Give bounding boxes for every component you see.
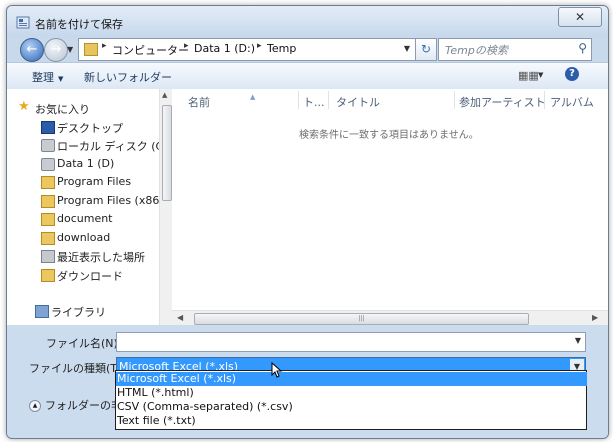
breadcrumb-separator[interactable]: ▸ <box>102 41 107 51</box>
sidebar-item-label: ライブラリ <box>51 306 106 319</box>
forward-arrow-icon: → <box>50 42 62 57</box>
view-options-icon[interactable]: ▦▦ <box>518 69 539 82</box>
sidebar-item-label: download <box>57 231 111 244</box>
disk-icon <box>41 139 55 152</box>
filetype-option-csv[interactable]: CSV (Comma-separated) (*.csv) <box>116 400 587 414</box>
sidebar-item-favorites[interactable]: ★ お気に入り <box>18 99 90 117</box>
search-icon[interactable]: ⚲ <box>578 41 587 55</box>
breadcrumb-temp[interactable]: Temp <box>267 42 296 55</box>
column-divider[interactable] <box>544 91 545 109</box>
chevron-down-icon: ▼ <box>58 75 64 83</box>
column-header-track[interactable]: ト... <box>303 94 325 110</box>
command-toolbar: 整理 ▼ 新しいフォルダー ▦▦ ▼ ? <box>7 62 608 90</box>
search-box[interactable]: Tempの検索 ⚲ <box>438 38 592 61</box>
folder-icon <box>41 213 55 226</box>
organize-label: 整理 <box>32 71 54 84</box>
column-divider[interactable] <box>328 91 329 109</box>
sidebar-item-download[interactable]: download <box>41 231 111 247</box>
sidebar-item-label: ローカル ディスク (C) <box>57 140 168 153</box>
column-label: 名前 <box>188 96 210 109</box>
scroll-right-icon[interactable]: ▶ <box>592 313 598 322</box>
close-button[interactable]: ✕ <box>558 7 602 27</box>
sidebar-item-label: Data 1 (D) <box>57 157 115 170</box>
title-bar: 名前を付けて保存 ✕ <box>7 6 608 36</box>
filename-field[interactable]: ▼ <box>116 332 586 352</box>
desktop-icon <box>41 121 55 134</box>
search-placeholder: Tempの検索 <box>445 44 508 57</box>
back-button[interactable]: ← <box>20 38 44 62</box>
column-header-album[interactable]: アルバム <box>550 94 594 110</box>
window-title: 名前を付けて保存 <box>35 18 123 31</box>
sidebar-item-label: 最近表示した場所 <box>57 251 145 264</box>
column-divider[interactable] <box>298 91 299 109</box>
sidebar-item-downloads[interactable]: ダウンロード <box>41 268 123 284</box>
help-icon[interactable]: ? <box>565 67 579 81</box>
breadcrumb-computer[interactable]: コンピューター <box>112 42 189 58</box>
back-arrow-icon: ← <box>26 42 38 57</box>
sidebar-item-label: ダウンロード <box>57 270 123 283</box>
close-icon: ✕ <box>574 10 586 24</box>
filetype-label: ファイルの種類(T): <box>29 362 126 375</box>
scroll-up-icon[interactable]: ▲ <box>162 91 167 99</box>
filetype-dropdown-list: Microsoft Excel (*.xls) HTML (*.html) CS… <box>115 370 587 430</box>
folder-icon <box>84 43 98 56</box>
file-list-pane: 名前 ▲ ト... タイトル 参加アーティスト アルバム 検索条件に一致する項目は… <box>172 89 608 326</box>
address-bar[interactable]: ▸ コンピューター ▸ Data 1 (D:) ▸ Temp ▼ <box>78 38 416 61</box>
column-header-title[interactable]: タイトル <box>336 94 380 110</box>
library-icon <box>35 305 49 318</box>
scroll-left-icon[interactable]: ◀ <box>177 313 183 322</box>
filetype-option-xls[interactable]: Microsoft Excel (*.xls) <box>116 372 587 386</box>
sidebar-scroll-thumb[interactable] <box>162 105 172 201</box>
filetype-option-html[interactable]: HTML (*.html) <box>116 386 587 400</box>
mouse-pointer-icon <box>271 362 283 378</box>
empty-folder-message: 検索条件に一致する項目はありません。 <box>299 130 479 141</box>
navigation-pane: ★ お気に入り デスクトップ ローカル ディスク (C) Data 1 (D) … <box>7 89 172 325</box>
downloads-icon <box>41 269 55 282</box>
folder-icon <box>41 195 55 208</box>
column-header-name[interactable]: 名前 ▲ <box>188 93 255 110</box>
view-dropdown-icon[interactable]: ▼ <box>538 71 543 79</box>
breadcrumb-separator[interactable]: ▸ <box>184 41 189 51</box>
refresh-button[interactable]: ↻ <box>415 38 437 61</box>
forward-button[interactable]: → <box>44 38 68 62</box>
recent-places-icon <box>41 250 55 263</box>
sidebar-item-label: document <box>57 212 113 225</box>
sidebar-item-local-disk[interactable]: ローカル ディスク (C) <box>41 138 168 154</box>
collapse-icon: ▲ <box>29 400 41 412</box>
organize-button[interactable]: 整理 ▼ <box>32 69 63 85</box>
star-icon: ★ <box>18 99 30 114</box>
folder-icon <box>41 176 55 189</box>
sidebar-item-label: デスクトップ <box>57 122 123 135</box>
sidebar-item-data-drive[interactable]: Data 1 (D) <box>41 157 115 173</box>
recent-pages-dropdown-icon[interactable]: ▼ <box>67 45 73 54</box>
filename-label: ファイル名(N): <box>46 337 122 350</box>
sidebar-item-label: Program Files <box>57 175 132 188</box>
horizontal-scrollbar[interactable]: ◀ ||| ▶ <box>172 310 608 326</box>
filetype-option-txt[interactable]: Text file (*.txt) <box>116 414 587 428</box>
save-dialog-icon <box>16 16 30 29</box>
address-dropdown-icon[interactable]: ▼ <box>404 44 410 53</box>
breadcrumb-separator[interactable]: ▸ <box>257 41 262 51</box>
sidebar-item-recent-places[interactable]: 最近表示した場所 <box>41 249 145 265</box>
sidebar-item-desktop[interactable]: デスクトップ <box>41 120 123 136</box>
sidebar-scrollbar[interactable]: ▲ <box>159 89 172 325</box>
new-folder-button[interactable]: 新しいフォルダー <box>84 69 172 85</box>
sidebar-item-document[interactable]: document <box>41 212 113 228</box>
refresh-icon: ↻ <box>420 42 432 56</box>
breadcrumb-drive[interactable]: Data 1 (D:) <box>194 42 255 55</box>
folder-icon <box>41 232 55 245</box>
column-divider[interactable] <box>454 91 455 109</box>
sidebar-item-label: Program Files (x86) <box>57 194 164 207</box>
sidebar-item-program-files[interactable]: Program Files <box>41 175 132 191</box>
sidebar-item-program-files-x86[interactable]: Program Files (x86) <box>41 194 164 210</box>
sidebar-item-libraries[interactable]: ライブラリ <box>35 304 106 320</box>
column-header-artist[interactable]: 参加アーティスト <box>459 94 546 110</box>
horizontal-scroll-thumb[interactable]: ||| <box>194 313 529 325</box>
drive-icon <box>41 158 55 171</box>
sidebar-item-label: お気に入り <box>35 103 90 116</box>
chevron-down-icon[interactable]: ▼ <box>575 336 581 345</box>
sort-ascending-icon: ▲ <box>250 93 256 101</box>
